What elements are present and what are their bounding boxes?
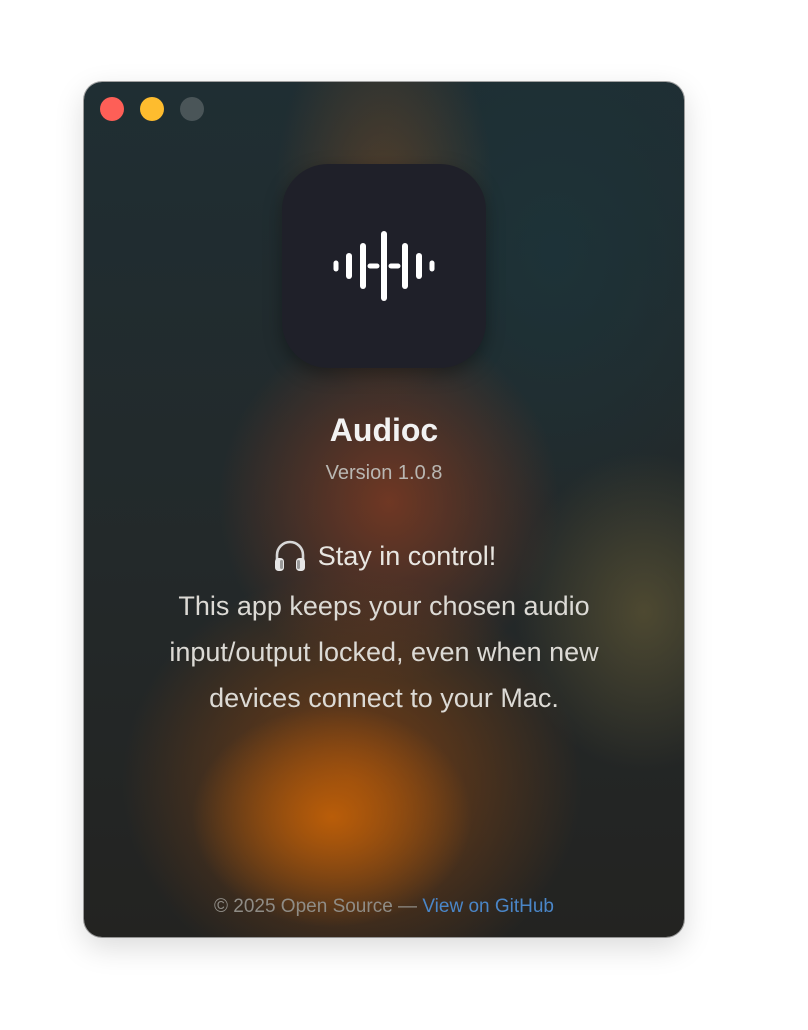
waveform-icon	[333, 231, 435, 301]
copyright-text: © 2025 Open Source —	[213, 896, 423, 917]
close-window-button[interactable]	[100, 97, 124, 121]
window-controls	[100, 97, 204, 121]
headphones-icon	[272, 538, 308, 574]
app-icon	[282, 164, 486, 368]
about-window: Audioc Version 1.0.8 Stay in control! Th…	[84, 82, 684, 937]
app-description: This app keeps your chosen audio input/o…	[169, 591, 599, 713]
minimize-window-button[interactable]	[140, 97, 164, 121]
tagline: Stay in control!	[84, 536, 684, 576]
github-link[interactable]: View on GitHub	[422, 896, 554, 917]
app-name: Audioc	[329, 412, 439, 448]
zoom-window-button[interactable]	[180, 97, 204, 121]
tagline-text: Stay in control!	[317, 541, 497, 571]
app-version: Version 1.0.8	[325, 462, 443, 484]
footer: © 2025 Open Source — View on GitHub	[84, 894, 684, 920]
